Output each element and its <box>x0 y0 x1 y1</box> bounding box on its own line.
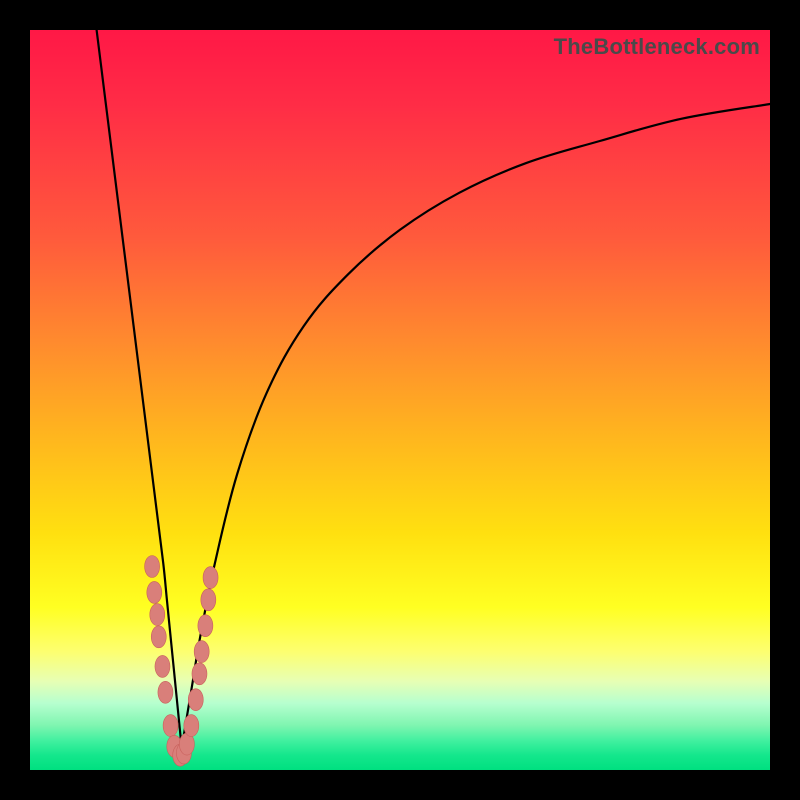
data-point-marker <box>198 615 213 637</box>
data-point-marker <box>192 663 207 685</box>
curve-layer <box>30 30 770 770</box>
plot-area: TheBottleneck.com <box>30 30 770 770</box>
data-point-marker <box>201 589 216 611</box>
data-point-marker <box>163 715 178 737</box>
data-point-marker <box>150 604 165 626</box>
data-point-marker <box>145 556 160 578</box>
data-point-marker <box>147 581 162 603</box>
data-point-marker <box>203 567 218 589</box>
chart-frame: TheBottleneck.com <box>0 0 800 800</box>
data-point-marker <box>184 715 199 737</box>
data-point-marker <box>151 626 166 648</box>
data-point-marker <box>155 655 170 677</box>
data-point-marker <box>194 641 209 663</box>
curve-left-branch <box>97 30 182 748</box>
data-point-marker <box>188 689 203 711</box>
curve-right-branch <box>182 104 770 748</box>
data-point-marker <box>158 681 173 703</box>
